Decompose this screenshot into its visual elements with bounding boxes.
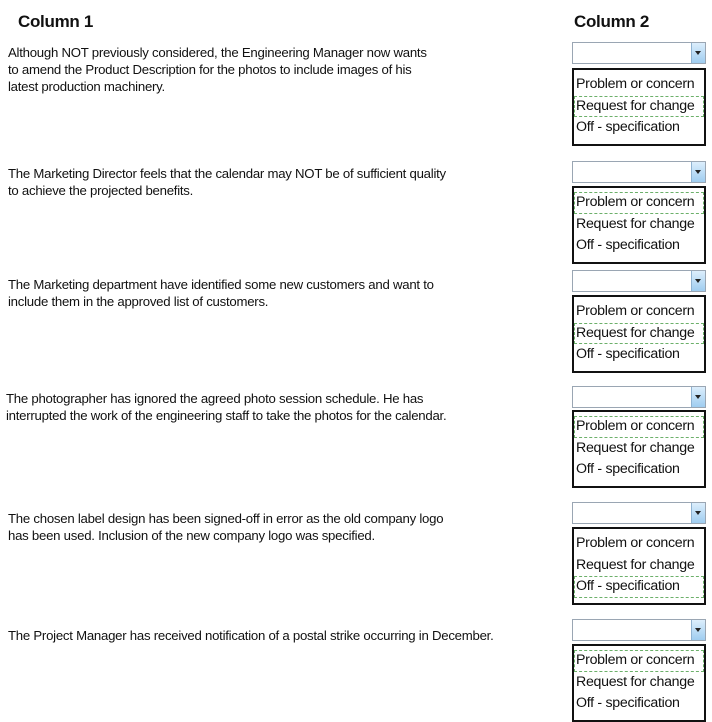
statement-6: The Project Manager has received notific… — [8, 627, 563, 644]
statement-4: The photographer has ignored the agreed … — [6, 390, 561, 424]
statement-line: interrupted the work of the engineering … — [6, 408, 447, 423]
dropdown-option[interactable]: Request for change — [574, 555, 704, 577]
answer-dropdown-3[interactable] — [572, 270, 706, 292]
statement-line: The chosen label design has been signed-… — [8, 511, 444, 526]
dropdown-option[interactable]: Problem or concern — [574, 650, 704, 672]
answer-dropdown-5[interactable] — [572, 502, 706, 524]
dropdown-options-list-6: Problem or concern Request for change Off … — [572, 644, 706, 722]
dropdown-option[interactable]: Problem or concern — [574, 192, 704, 214]
dropdown-option[interactable]: Problem or concern — [574, 533, 704, 555]
statement-line: Although NOT previously considered, the … — [8, 45, 427, 60]
chevron-down-icon[interactable] — [691, 271, 705, 291]
statement-line: latest production machinery. — [8, 79, 165, 94]
dropdown-option[interactable]: Problem or concern — [574, 301, 704, 323]
statement-line: to amend the Product Description for the… — [8, 62, 412, 77]
dropdown-options-list-5: Problem or concern Request for change Off … — [572, 527, 706, 605]
statement-line: The Marketing department have identified… — [8, 277, 434, 292]
statement-5: The chosen label design has been signed-… — [8, 510, 563, 544]
dropdown-option[interactable]: Off - specification — [574, 117, 704, 139]
dropdown-option[interactable]: Request for change — [574, 214, 704, 236]
dropdown-option[interactable]: Off - specification — [574, 344, 704, 366]
dropdown-option[interactable]: Off - specification — [574, 693, 704, 715]
dropdown-options-list-3: Problem or concern Request for change Off … — [572, 295, 706, 373]
chevron-down-icon[interactable] — [691, 162, 705, 182]
dropdown-options-list-2: Problem or concern Request for change Off … — [572, 186, 706, 264]
dropdown-option[interactable]: Request for change — [574, 438, 704, 460]
statement-line: include them in the approved list of cus… — [8, 294, 269, 309]
answer-dropdown-6[interactable] — [572, 619, 706, 641]
dropdown-option[interactable]: Request for change — [574, 95, 704, 117]
statement-line: The Project Manager has received notific… — [8, 628, 494, 643]
dropdown-options-list-1: Problem or concern Request for change Off … — [572, 68, 706, 146]
answer-dropdown-2[interactable] — [572, 161, 706, 183]
column-1-header: Column 1 — [18, 12, 94, 31]
statement-2: The Marketing Director feels that the ca… — [8, 165, 563, 199]
column-2-header: Column 2 — [574, 12, 650, 31]
statement-1: Although NOT previously considered, the … — [8, 44, 563, 95]
statement-line: The photographer has ignored the agreed … — [6, 391, 424, 406]
dropdown-options-list-4: Problem or concern Request for change Off … — [572, 410, 706, 488]
dropdown-option[interactable]: Problem or concern — [574, 416, 704, 438]
chevron-down-icon[interactable] — [691, 387, 705, 407]
answer-dropdown-1[interactable] — [572, 42, 706, 64]
statement-line: has been used. Inclusion of the new comp… — [8, 528, 375, 543]
dropdown-option[interactable]: Request for change — [574, 322, 704, 344]
statement-3: The Marketing department have identified… — [8, 276, 563, 310]
dropdown-option[interactable]: Off - specification — [574, 576, 704, 598]
chevron-down-icon[interactable] — [691, 620, 705, 640]
dropdown-option[interactable]: Request for change — [574, 672, 704, 694]
answer-dropdown-4[interactable] — [572, 386, 706, 408]
statement-line: to achieve the projected benefits. — [8, 183, 194, 198]
statement-line: The Marketing Director feels that the ca… — [8, 166, 446, 181]
dropdown-option[interactable]: Off - specification — [574, 235, 704, 257]
dropdown-option[interactable]: Off - specification — [574, 459, 704, 481]
dropdown-option[interactable]: Problem or concern — [574, 74, 704, 96]
chevron-down-icon[interactable] — [691, 503, 705, 523]
chevron-down-icon[interactable] — [691, 43, 705, 63]
